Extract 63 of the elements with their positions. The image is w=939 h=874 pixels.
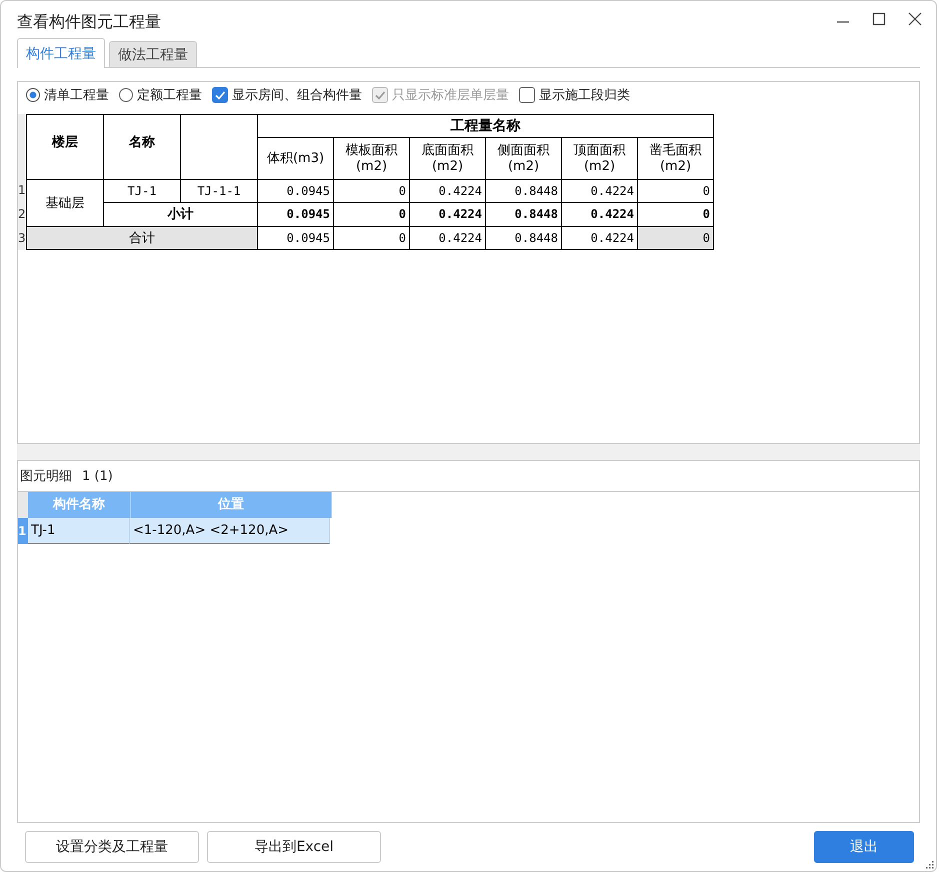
table-cell: 0: [334, 179, 410, 203]
table-cell: 0.4224: [410, 202, 486, 226]
table-cell: 0.8448: [486, 179, 562, 203]
table-cell: <1-120,A> <2+120,A>: [130, 518, 330, 544]
maximize-icon[interactable]: [872, 12, 886, 26]
column-header: 侧面面积(m2): [486, 138, 562, 180]
column-group-header: 工程量名称: [258, 114, 714, 138]
table-cell: 0.0945: [258, 179, 334, 203]
row-number: 3: [18, 230, 26, 247]
table-cell: 0.0945: [258, 226, 334, 250]
row-number: 1: [18, 518, 28, 544]
exit-button[interactable]: 退出: [814, 831, 914, 863]
table-cell: 0: [638, 202, 714, 226]
column-header: 体积(m3): [258, 138, 334, 180]
column-header: 名称: [104, 114, 180, 180]
column-header: 模板面积(m2): [334, 138, 410, 180]
table-cell: 0: [334, 226, 410, 250]
option-label: 显示施工段归类: [539, 87, 630, 104]
column-header: 构件名称: [28, 492, 131, 518]
option-label: 定额工程量: [137, 87, 202, 104]
panel-title: 图元明细: [20, 468, 72, 485]
checkbox[interactable]: [212, 87, 228, 103]
column-header: 底面面积(m2): [410, 138, 486, 180]
table-cell: 0.4224: [410, 226, 486, 250]
column-header: 位置: [131, 492, 332, 518]
table-cell: 0.8448: [486, 202, 562, 226]
column-header: 顶面面积(m2): [562, 138, 638, 180]
check-icon: [214, 89, 226, 101]
resize-grip-icon[interactable]: [925, 860, 934, 869]
checkbox[interactable]: [519, 87, 535, 103]
table-cell: 0: [334, 202, 410, 226]
row-number: 2: [18, 206, 26, 223]
table-cell: 0.0945: [258, 202, 334, 226]
action-button[interactable]: 设置分类及工程量: [25, 831, 199, 863]
table-cell: 0: [638, 226, 714, 250]
action-button[interactable]: 导出到Excel: [207, 831, 381, 863]
column-header: 凿毛面积(m2): [638, 138, 714, 180]
column-header: 楼层: [26, 114, 104, 180]
option-label: 只显示标准层单层量: [392, 87, 509, 104]
radio-button[interactable]: [26, 88, 40, 102]
row-number: 1: [18, 182, 26, 199]
option-label: 显示房间、组合构件量: [232, 87, 362, 104]
table-cell: 0.4224: [562, 179, 638, 203]
check-icon: [374, 89, 386, 101]
radio-button[interactable]: [119, 88, 133, 102]
close-icon[interactable]: [908, 12, 922, 26]
table-cell: 0.4224: [410, 179, 486, 203]
table-row[interactable]: 1 TJ-1 <1-120,A> <2+120,A>: [18, 518, 919, 544]
table-cell: TJ-1-1: [180, 179, 258, 203]
grid-corner: [18, 492, 28, 518]
table-cell: 合计: [26, 226, 258, 250]
window-title: 查看构件图元工程量: [17, 12, 161, 32]
table-cell: 0: [638, 179, 714, 203]
tab[interactable]: 构件工程量: [17, 38, 105, 68]
table-cell: TJ-1: [28, 518, 130, 544]
option-label: 清单工程量: [44, 87, 109, 104]
table-cell: TJ-1: [104, 179, 180, 203]
table-cell: 基础层: [26, 179, 104, 226]
tab[interactable]: 做法工程量: [109, 41, 197, 67]
count-label: 1 (1): [82, 468, 113, 484]
table-cell: 0.8448: [486, 226, 562, 250]
table-cell: 小计: [104, 202, 258, 226]
table-cell: 0.4224: [562, 202, 638, 226]
